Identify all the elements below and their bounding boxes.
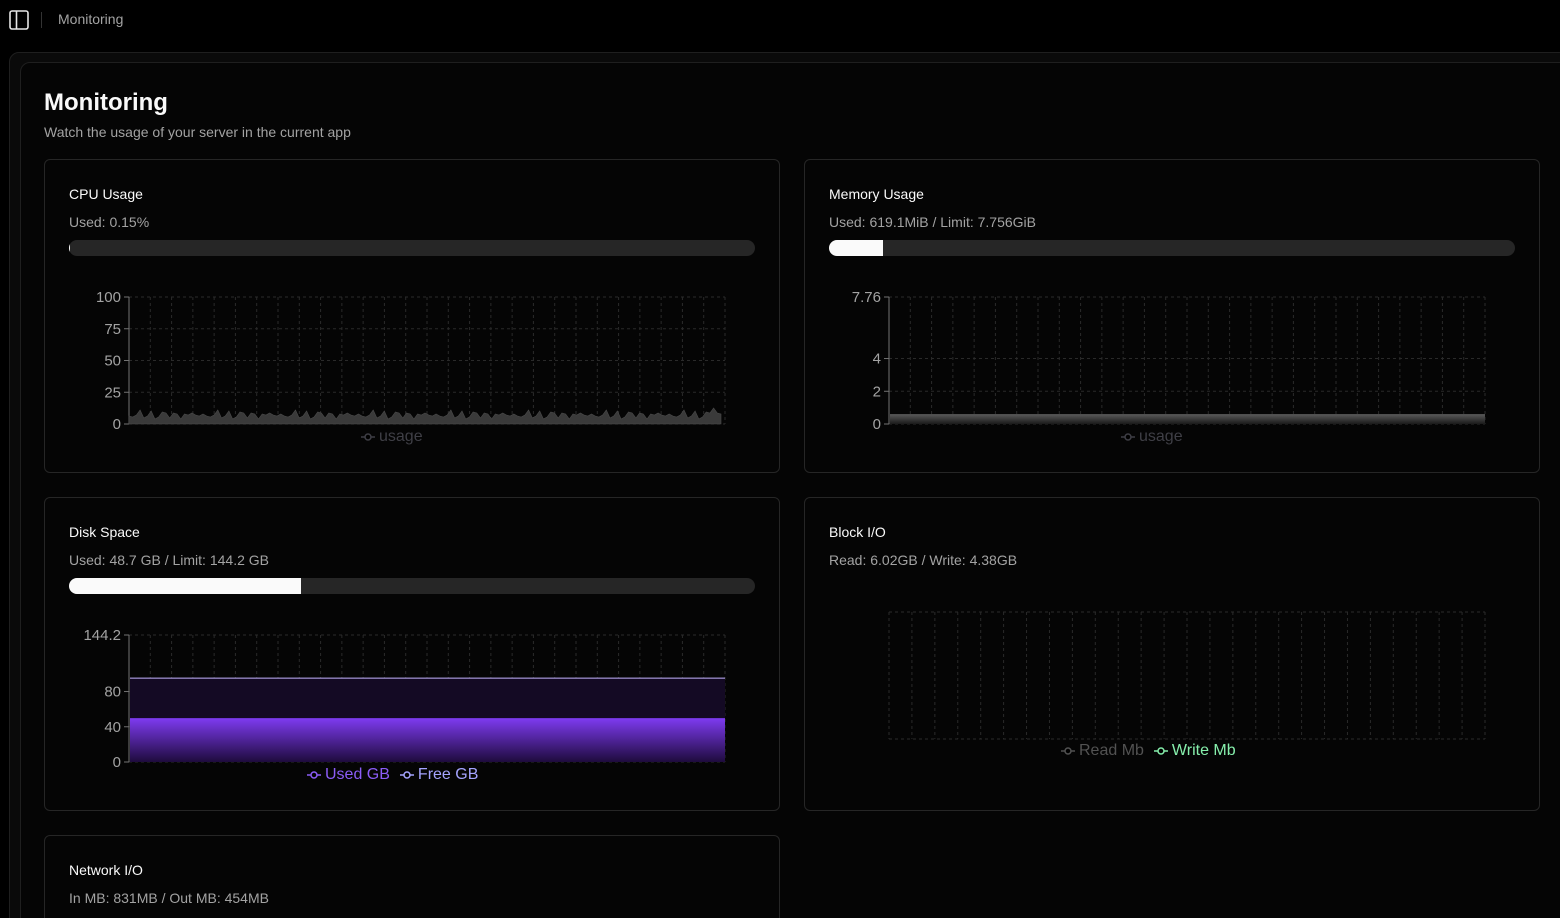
y-tick-label: 75 bbox=[104, 321, 121, 338]
line-marker-icon bbox=[361, 433, 375, 441]
top-bar: Monitoring bbox=[0, 0, 1560, 40]
line-marker-icon bbox=[1061, 747, 1075, 755]
legend-item-usage[interactable]: usage bbox=[361, 428, 423, 446]
memory-progress-fill bbox=[829, 240, 883, 256]
y-tick-label: 40 bbox=[104, 719, 121, 736]
disk-progress-bar bbox=[69, 578, 755, 594]
line-marker-icon bbox=[1153, 747, 1168, 755]
legend-item-usage[interactable]: usage bbox=[1121, 428, 1183, 446]
topbar-divider bbox=[41, 12, 42, 28]
card-title: Memory Usage bbox=[829, 186, 924, 202]
disk-progress-fill bbox=[69, 578, 301, 594]
breadcrumb-monitoring: Monitoring bbox=[58, 11, 124, 27]
legend-item-write-mb[interactable]: Write Mb bbox=[1153, 742, 1236, 760]
y-tick-label: 0 bbox=[113, 754, 121, 771]
memory-usage-card: Memory Usage Used: 619.1MiB / Limit: 7.7… bbox=[804, 159, 1540, 473]
legend-item-free-gb[interactable]: Free GB bbox=[399, 766, 479, 784]
y-tick-label: 144.2 bbox=[83, 627, 121, 644]
cpu-usage-card: CPU Usage Used: 0.15% 100 75 50 25 0 usage bbox=[44, 159, 780, 473]
chart-grid bbox=[888, 611, 1486, 740]
chart-legend: usage bbox=[361, 428, 423, 446]
usage-area bbox=[128, 407, 722, 425]
card-title: Block I/O bbox=[829, 524, 886, 540]
cpu-usage-chart: 100 75 50 25 0 bbox=[96, 289, 726, 433]
chart-legend: Read Mb Write Mb bbox=[1061, 742, 1236, 760]
line-marker-icon bbox=[307, 771, 321, 779]
disk-space-card: Disk Space Used: 48.7 GB / Limit: 144.2 … bbox=[44, 497, 780, 811]
network-io-card: Network I/O In MB: 831MB / Out MB: 454MB bbox=[44, 835, 780, 918]
usage-area bbox=[890, 414, 1485, 424]
sidebar-panel-icon[interactable] bbox=[9, 10, 29, 30]
y-tick-label: 0 bbox=[873, 416, 881, 433]
y-tick-label: 100 bbox=[96, 289, 121, 306]
chart-grid bbox=[888, 296, 1486, 425]
used-gb-area bbox=[130, 719, 725, 762]
legend-label: Used GB bbox=[325, 766, 390, 783]
memory-progress-bar bbox=[829, 240, 1515, 256]
y-tick-label: 0 bbox=[113, 416, 121, 433]
cpu-progress-bar bbox=[69, 240, 755, 256]
network-io-stat: In MB: 831MB / Out MB: 454MB bbox=[69, 890, 269, 906]
y-tick-label: 80 bbox=[104, 684, 121, 701]
legend-item-read-mb[interactable]: Read Mb bbox=[1061, 742, 1144, 760]
y-tick-label: 2 bbox=[873, 383, 881, 400]
card-title: Network I/O bbox=[69, 862, 143, 878]
y-tick-label: 7.76 bbox=[852, 289, 881, 306]
chart-legend: usage bbox=[1121, 428, 1183, 446]
legend-label: Read Mb bbox=[1079, 742, 1144, 759]
page-subtitle: Watch the usage of your server in the cu… bbox=[44, 124, 351, 140]
block-io-card: Block I/O Read: 6.02GB / Write: 4.38GB R… bbox=[804, 497, 1540, 811]
y-tick-label: 4 bbox=[873, 351, 881, 368]
legend-label: usage bbox=[379, 428, 423, 445]
chart-grid bbox=[128, 296, 726, 425]
cpu-progress-fill bbox=[69, 240, 71, 256]
card-title: CPU Usage bbox=[69, 186, 143, 202]
disk-used-stat: Used: 48.7 GB / Limit: 144.2 GB bbox=[69, 552, 269, 568]
legend-item-used-gb[interactable]: Used GB bbox=[307, 766, 390, 784]
legend-label: Free GB bbox=[417, 766, 479, 783]
memory-usage-chart: 7.76 4 2 0 bbox=[852, 289, 1486, 433]
line-marker-icon bbox=[399, 771, 414, 779]
block-io-chart bbox=[888, 611, 1486, 740]
y-tick-label: 25 bbox=[104, 384, 121, 401]
legend-label: usage bbox=[1139, 428, 1183, 445]
line-marker-icon bbox=[1121, 433, 1135, 441]
legend-label: Write Mb bbox=[1171, 742, 1236, 759]
y-tick-label: 50 bbox=[104, 353, 121, 370]
page-title: Monitoring bbox=[44, 89, 168, 116]
cpu-used-stat: Used: 0.15% bbox=[69, 214, 150, 230]
chart-legend: Used GB Free GB bbox=[307, 766, 478, 784]
card-title: Disk Space bbox=[69, 524, 140, 540]
block-io-stat: Read: 6.02GB / Write: 4.38GB bbox=[829, 552, 1018, 568]
disk-space-chart: 144.2 80 40 0 bbox=[83, 627, 726, 771]
memory-used-stat: Used: 619.1MiB / Limit: 7.756GiB bbox=[829, 214, 1036, 230]
